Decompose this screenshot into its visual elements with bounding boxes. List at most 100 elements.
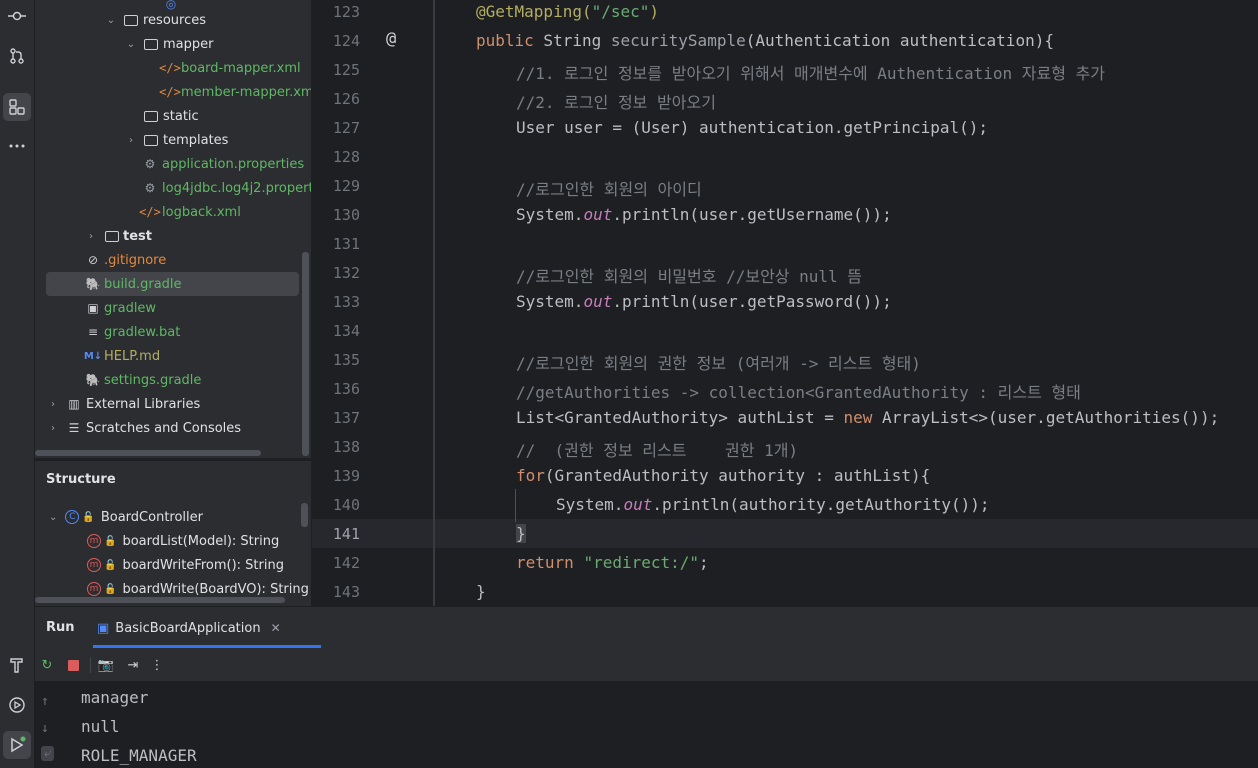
code-line-123[interactable]: @GetMapping("/sec"): [476, 2, 659, 21]
code-line-141[interactable]: }: [516, 524, 526, 543]
tree-item-mapper[interactable]: ⌄ mapper: [35, 32, 311, 56]
tree-item-static[interactable]: static: [35, 104, 311, 128]
code-token: (GrantedAuthority authority : authList){: [544, 466, 931, 485]
tree-item-help-md[interactable]: M↓ HELP.md: [35, 344, 311, 368]
code-editor[interactable]: @ 123 124 125 126 127 128 129 130 131 13…: [312, 0, 1258, 606]
tree-item-log4jdbc-properties[interactable]: ⚙ log4jdbc.log4j2.properti: [35, 176, 311, 200]
gear-icon: ⚙: [144, 157, 156, 171]
chevron-right-icon[interactable]: ›: [85, 231, 97, 242]
code-token: System.: [556, 495, 624, 514]
code-line-129[interactable]: //로그인한 회원의 아이디: [516, 176, 702, 200]
code-token: .println(user.getPassword());: [612, 292, 892, 311]
code-line-137[interactable]: List<GrantedAuthority> authList = new Ar…: [516, 408, 1219, 427]
soft-wrap-icon[interactable]: ⤶: [41, 746, 55, 761]
tree-item-member-mapper[interactable]: </> member-mapper.xml: [35, 80, 311, 104]
tree-item-templates[interactable]: › templates: [35, 128, 311, 152]
code-token: .println(authority.getAuthority());: [652, 495, 990, 514]
markdown-icon: M↓: [83, 350, 103, 362]
tree-item-scratches[interactable]: › ☰ Scratches and Consoles: [35, 416, 311, 440]
code-line-125[interactable]: //1. 로그인 정보를 받아오기 위해서 매개변수에 Authenticati…: [516, 60, 1105, 84]
run-icon[interactable]: [3, 731, 31, 759]
indent-guide: [434, 0, 435, 606]
static-field-token: out: [623, 495, 653, 514]
gear-icon: ⚙: [144, 181, 156, 195]
structure-scrollbar-horizontal[interactable]: [35, 597, 285, 603]
structure-method-label: boardWrite(BoardVO): String: [122, 581, 309, 597]
structure-class-item[interactable]: ⌄ C 🔓 BoardController: [49, 505, 203, 529]
structure-title: Structure: [46, 472, 116, 487]
class-icon: C: [65, 510, 80, 524]
more-icon[interactable]: [3, 132, 31, 160]
line-number-current: 141: [332, 525, 360, 543]
chevron-right-icon[interactable]: ›: [125, 135, 137, 146]
code-token: System.: [516, 205, 584, 224]
keyword-token: for: [516, 466, 545, 485]
line-number: 142: [332, 554, 360, 572]
code-token: ArrayList<>(user.getAuthorities());: [872, 408, 1220, 427]
chevron-down-icon[interactable]: ⌄: [105, 15, 117, 26]
stop-icon[interactable]: [64, 656, 82, 674]
code-token: System.: [516, 292, 584, 311]
structure-method-label: boardWriteFrom(): String: [122, 557, 284, 573]
services-icon[interactable]: [3, 691, 31, 719]
code-line-142[interactable]: return "redirect:/";: [516, 553, 709, 572]
run-label: Run: [46, 620, 75, 635]
pull-requests-icon[interactable]: [3, 42, 31, 70]
code-line-127[interactable]: User user = (User) authentication.getPri…: [516, 118, 988, 137]
code-line-139[interactable]: for(GrantedAuthority authority : authLis…: [516, 466, 930, 485]
tree-item-gradlew[interactable]: ▣ gradlew: [35, 296, 311, 320]
console-output[interactable]: ↑ ↓ ⤶ manager null ROLE_MANAGER: [35, 682, 1258, 768]
project-scrollbar-vertical[interactable]: [302, 252, 309, 456]
tree-item-external-libraries[interactable]: › ▥ External Libraries: [35, 392, 311, 416]
xml-file-icon: </>: [159, 85, 181, 99]
tree-item-test[interactable]: › test: [35, 224, 311, 248]
code-line-136[interactable]: //getAuthorities -> collection<GrantedAu…: [516, 379, 1081, 403]
commit-icon[interactable]: [3, 2, 31, 30]
structure-scrollbar[interactable]: [301, 503, 308, 527]
tree-item-gitignore[interactable]: ⊘ .gitignore: [35, 248, 311, 272]
chevron-right-icon[interactable]: ›: [47, 399, 59, 410]
code-line-138[interactable]: // (권한 정보 리스트 권한 1개): [516, 437, 798, 461]
code-line-133[interactable]: System.out.println(user.getPassword());: [516, 292, 892, 311]
line-number: 128: [332, 148, 360, 166]
annotation-at-icon[interactable]: @: [386, 29, 396, 49]
code-line-135[interactable]: //로그인한 회원의 권한 정보 (여러개 -> 리스트 형태): [516, 350, 921, 374]
close-icon[interactable]: ✕: [271, 621, 281, 635]
code-line-132[interactable]: //로그인한 회원의 비밀번호 //보안상 null 뜸: [516, 263, 862, 287]
resources-folder-icon: [123, 12, 139, 28]
keyword-token: public: [476, 31, 534, 50]
code-line-143[interactable]: }: [476, 582, 486, 601]
scroll-up-icon[interactable]: ↑: [41, 694, 49, 709]
code-line-126[interactable]: //2. 로그인 정보 받아오기: [516, 89, 716, 113]
structure-icon[interactable]: [3, 93, 31, 121]
run-tab-basic-board-application[interactable]: ▣ BasicBoardApplication ✕: [97, 607, 281, 649]
line-number: 123: [332, 3, 360, 21]
more-options-icon[interactable]: ⋮: [148, 656, 166, 674]
code-line-140[interactable]: System.out.println(authority.getAuthorit…: [556, 495, 990, 514]
folder-icon: [143, 108, 159, 124]
project-scrollbar-horizontal[interactable]: [35, 450, 261, 456]
build-hammer-icon[interactable]: [3, 651, 31, 679]
line-number: 138: [332, 438, 360, 456]
camera-icon[interactable]: 📷: [97, 656, 115, 674]
tree-item-board-mapper[interactable]: </> board-mapper.xml: [35, 56, 311, 80]
structure-method-item[interactable]: m 🔓 boardList(Model): String: [87, 529, 279, 553]
tree-item-build-gradle[interactable]: 🐘 build.gradle: [35, 272, 311, 296]
rerun-icon[interactable]: ↻: [38, 656, 56, 674]
tree-item-logback[interactable]: </> logback.xml: [35, 200, 311, 224]
tree-item-application-properties[interactable]: ⚙ application.properties: [35, 152, 311, 176]
tree-item-gradlew-bat[interactable]: ≡ gradlew.bat: [35, 320, 311, 344]
structure-method-item[interactable]: m 🔓 boardWriteFrom(): String: [87, 553, 284, 577]
code-line-124[interactable]: public String securitySample(Authenticat…: [476, 31, 1054, 50]
chevron-down-icon[interactable]: ⌄: [49, 512, 57, 523]
chevron-right-icon[interactable]: ›: [47, 423, 59, 434]
exit-icon[interactable]: ⇥: [124, 656, 142, 674]
tree-item-resources[interactable]: ⌄ resources: [35, 8, 311, 32]
chevron-down-icon[interactable]: ⌄: [125, 39, 137, 50]
string-token: "/sec": [591, 2, 650, 21]
lock-open-icon: 🔓: [104, 583, 117, 595]
code-line-130[interactable]: System.out.println(user.getUsername());: [516, 205, 892, 224]
scroll-down-icon[interactable]: ↓: [41, 721, 49, 736]
tree-item-settings-gradle[interactable]: 🐘 settings.gradle: [35, 368, 311, 392]
